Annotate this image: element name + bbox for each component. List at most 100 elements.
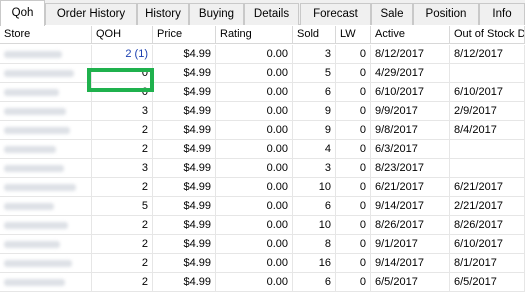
- cell-active[interactable]: 9/14/2017: [371, 254, 450, 273]
- table-row[interactable]: 2 $4.99 0.00 8 0 9/1/2017 6/10/2017: [0, 235, 525, 254]
- cell-sold[interactable]: 9: [293, 102, 336, 121]
- cell-sold[interactable]: 3: [293, 45, 336, 64]
- cell-qoh[interactable]: 5: [92, 197, 153, 216]
- cell-rating[interactable]: 0.00: [216, 121, 293, 140]
- table-row[interactable]: 2 (1) $4.99 0.00 3 0 8/12/2017 8/12/2017: [0, 45, 525, 64]
- cell-oos[interactable]: [450, 64, 525, 83]
- cell-active[interactable]: 6/3/2017: [371, 140, 450, 159]
- store-name-redacted[interactable]: [0, 140, 92, 159]
- table-row[interactable]: 2 $4.99 0.00 10 0 8/26/2017 8/26/2017: [0, 216, 525, 235]
- table-row[interactable]: 3 $4.99 0.00 3 0 8/23/2017: [0, 159, 525, 178]
- column-header-lw[interactable]: LW: [336, 26, 371, 44]
- table-row[interactable]: 2 $4.99 0.00 9 0 9/8/2017 8/4/2017: [0, 121, 525, 140]
- cell-price[interactable]: $4.99: [153, 254, 216, 273]
- column-header-store[interactable]: Store: [0, 26, 92, 44]
- cell-lw[interactable]: 0: [336, 178, 371, 197]
- cell-price[interactable]: $4.99: [153, 235, 216, 254]
- cell-active[interactable]: 6/21/2017: [371, 178, 450, 197]
- cell-price[interactable]: $4.99: [153, 197, 216, 216]
- store-name-redacted[interactable]: [0, 64, 92, 83]
- tab-sale[interactable]: Sale: [371, 3, 413, 25]
- cell-sold[interactable]: 8: [293, 235, 336, 254]
- cell-rating[interactable]: 0.00: [216, 216, 293, 235]
- cell-lw[interactable]: 0: [336, 273, 371, 292]
- cell-oos[interactable]: 6/10/2017: [450, 83, 525, 102]
- cell-price[interactable]: $4.99: [153, 159, 216, 178]
- cell-oos[interactable]: 2/9/2017: [450, 102, 525, 121]
- table-row[interactable]: 2 $4.99 0.00 16 0 9/14/2017 8/1/2017: [0, 254, 525, 273]
- cell-sold[interactable]: 6: [293, 273, 336, 292]
- table-row[interactable]: 3 $4.99 0.00 9 0 9/9/2017 2/9/2017: [0, 102, 525, 121]
- cell-rating[interactable]: 0.00: [216, 254, 293, 273]
- store-name-redacted[interactable]: [0, 159, 92, 178]
- cell-sold[interactable]: 6: [293, 197, 336, 216]
- cell-active[interactable]: 9/8/2017: [371, 121, 450, 140]
- cell-lw[interactable]: 0: [336, 102, 371, 121]
- cell-sold[interactable]: 10: [293, 178, 336, 197]
- column-header-qoh[interactable]: QOH: [92, 26, 153, 44]
- cell-price[interactable]: $4.99: [153, 178, 216, 197]
- cell-rating[interactable]: 0.00: [216, 178, 293, 197]
- table-row[interactable]: 0 $4.99 0.00 6 0 6/10/2017 6/10/2017: [0, 83, 525, 102]
- tab-details[interactable]: Details: [244, 3, 299, 25]
- cell-oos[interactable]: 8/1/2017: [450, 254, 525, 273]
- cell-active[interactable]: 9/9/2017: [371, 102, 450, 121]
- cell-qoh[interactable]: 2: [92, 178, 153, 197]
- store-name-redacted[interactable]: [0, 83, 92, 102]
- cell-active[interactable]: 6/10/2017: [371, 83, 450, 102]
- cell-lw[interactable]: 0: [336, 45, 371, 64]
- table-row[interactable]: 2 $4.99 0.00 6 0 6/5/2017 6/5/2017: [0, 273, 525, 292]
- cell-price[interactable]: $4.99: [153, 121, 216, 140]
- cell-active[interactable]: 8/26/2017: [371, 216, 450, 235]
- cell-oos[interactable]: 8/26/2017: [450, 216, 525, 235]
- cell-rating[interactable]: 0.00: [216, 45, 293, 64]
- tab-position[interactable]: Position: [413, 3, 479, 25]
- cell-qoh[interactable]: 2: [92, 254, 153, 273]
- cell-qoh[interactable]: 2: [92, 140, 153, 159]
- cell-qoh[interactable]: 3: [92, 102, 153, 121]
- cell-lw[interactable]: 0: [336, 140, 371, 159]
- cell-price[interactable]: $4.99: [153, 64, 216, 83]
- cell-qoh[interactable]: 2: [92, 273, 153, 292]
- cell-sold[interactable]: 9: [293, 121, 336, 140]
- cell-oos[interactable]: 8/4/2017: [450, 121, 525, 140]
- table-row[interactable]: 0 $4.99 0.00 5 0 4/29/2017: [0, 64, 525, 83]
- cell-rating[interactable]: 0.00: [216, 159, 293, 178]
- cell-sold[interactable]: 3: [293, 159, 336, 178]
- cell-oos[interactable]: 6/10/2017: [450, 235, 525, 254]
- column-header-price[interactable]: Price: [153, 26, 216, 44]
- store-name-redacted[interactable]: [0, 102, 92, 121]
- cell-active[interactable]: 6/5/2017: [371, 273, 450, 292]
- store-name-redacted[interactable]: [0, 216, 92, 235]
- cell-active[interactable]: 8/23/2017: [371, 159, 450, 178]
- cell-lw[interactable]: 0: [336, 235, 371, 254]
- column-header-sold[interactable]: Sold: [293, 26, 336, 44]
- column-header-rating[interactable]: Rating: [216, 26, 293, 44]
- cell-qoh[interactable]: 3: [92, 159, 153, 178]
- tab-buying[interactable]: Buying: [189, 3, 244, 25]
- table-row[interactable]: 5 $4.99 0.00 6 0 9/14/2017 2/21/2017: [0, 197, 525, 216]
- store-name-redacted[interactable]: [0, 254, 92, 273]
- cell-lw[interactable]: 0: [336, 64, 371, 83]
- cell-lw[interactable]: 0: [336, 216, 371, 235]
- cell-active[interactable]: 8/12/2017: [371, 45, 450, 64]
- tab-order-history[interactable]: Order History: [45, 3, 137, 25]
- cell-qoh[interactable]: 2 (1): [92, 45, 153, 64]
- cell-oos[interactable]: [450, 140, 525, 159]
- cell-price[interactable]: $4.99: [153, 140, 216, 159]
- cell-sold[interactable]: 4: [293, 140, 336, 159]
- cell-rating[interactable]: 0.00: [216, 83, 293, 102]
- cell-lw[interactable]: 0: [336, 254, 371, 273]
- cell-active[interactable]: 9/14/2017: [371, 197, 450, 216]
- cell-lw[interactable]: 0: [336, 159, 371, 178]
- cell-price[interactable]: $4.99: [153, 102, 216, 121]
- tab-qoh[interactable]: Qoh: [0, 0, 45, 26]
- cell-price[interactable]: $4.99: [153, 83, 216, 102]
- tab-history[interactable]: History: [137, 3, 189, 25]
- cell-rating[interactable]: 0.00: [216, 140, 293, 159]
- cell-lw[interactable]: 0: [336, 121, 371, 140]
- cell-oos[interactable]: 6/21/2017: [450, 178, 525, 197]
- cell-qoh[interactable]: 2: [92, 121, 153, 140]
- tab-forecast[interactable]: Forecast: [300, 3, 371, 25]
- store-name-redacted[interactable]: [0, 273, 92, 292]
